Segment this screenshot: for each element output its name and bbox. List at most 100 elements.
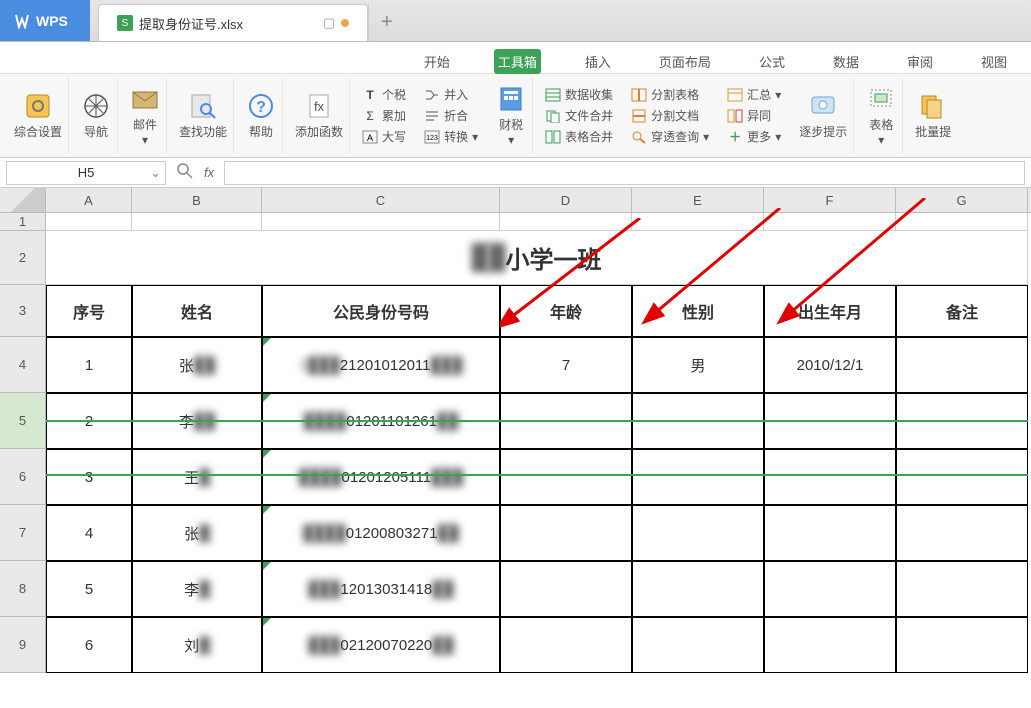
qat-dropdown-icon[interactable]: ⌄: [252, 53, 263, 69]
ribbon-splittable-button[interactable]: 分割表格: [631, 86, 709, 103]
row-header[interactable]: 3: [0, 285, 46, 337]
cell[interactable]: 2: [46, 393, 132, 449]
row-header[interactable]: 2: [0, 231, 46, 285]
tab-layout[interactable]: 页面布局: [655, 49, 715, 74]
ribbon-drill-button[interactable]: 穿透查询▾: [631, 128, 709, 145]
zoom-lens-icon[interactable]: [176, 162, 194, 183]
col-header-d[interactable]: D: [500, 188, 632, 212]
cell[interactable]: [500, 561, 632, 617]
error-indicator-icon[interactable]: [263, 450, 271, 458]
cell[interactable]: [764, 393, 896, 449]
cell[interactable]: [764, 505, 896, 561]
cell[interactable]: [764, 561, 896, 617]
cell[interactable]: [46, 213, 132, 231]
row-header[interactable]: 5: [0, 393, 46, 449]
cell[interactable]: ████01200803271██: [262, 505, 500, 561]
redo-icon[interactable]: ↷: [205, 51, 218, 71]
cell[interactable]: ███12013031418██: [262, 561, 500, 617]
cell[interactable]: 李█: [132, 561, 262, 617]
cell[interactable]: ███02120070220██: [262, 617, 500, 673]
cell[interactable]: [896, 617, 1028, 673]
ribbon-sum-button[interactable]: Σ累加: [362, 107, 406, 124]
cell[interactable]: [500, 505, 632, 561]
ribbon-settings-button[interactable]: 综合设置: [8, 78, 69, 153]
presentation-mode-icon[interactable]: ▢: [323, 15, 335, 31]
cell[interactable]: [896, 393, 1028, 449]
header-cell[interactable]: 性别: [632, 285, 764, 337]
new-tab-button[interactable]: +: [368, 4, 404, 41]
cell[interactable]: [262, 213, 500, 231]
cell[interactable]: [764, 449, 896, 505]
ribbon-merge-button[interactable]: 并入: [424, 86, 478, 103]
ribbon-splitdoc-button[interactable]: 分割文档: [631, 107, 709, 124]
row-header[interactable]: 6: [0, 449, 46, 505]
header-cell[interactable]: 年龄: [500, 285, 632, 337]
cell[interactable]: [632, 213, 764, 231]
cell[interactable]: [632, 449, 764, 505]
tab-review[interactable]: 审阅: [903, 49, 937, 74]
cell[interactable]: 7: [500, 337, 632, 393]
row-header[interactable]: 7: [0, 505, 46, 561]
cell[interactable]: ████01201101261██: [262, 393, 500, 449]
tab-insert[interactable]: 插入: [581, 49, 615, 74]
cell[interactable]: [632, 561, 764, 617]
ribbon-mail-button[interactable]: 邮件▾: [124, 78, 167, 153]
header-cell[interactable]: 公民身份号码: [262, 285, 500, 337]
cell[interactable]: ████01201205111███: [262, 449, 500, 505]
ribbon-filemerge-button[interactable]: 文件合并: [545, 107, 613, 124]
cell[interactable]: [500, 449, 632, 505]
ribbon-nav-button[interactable]: 导航: [75, 78, 118, 153]
col-header-g[interactable]: G: [896, 188, 1028, 212]
col-header-b[interactable]: B: [132, 188, 262, 212]
ribbon-transform-button[interactable]: 123转换▾: [424, 128, 478, 145]
ribbon-finance-button[interactable]: 财税▾: [490, 78, 533, 153]
chevron-down-icon[interactable]: ⌄: [150, 165, 161, 181]
cell[interactable]: [500, 617, 632, 673]
row-header[interactable]: 8: [0, 561, 46, 617]
spreadsheet-grid[interactable]: A B C D E F G 1 2 ██小学一班 3 序号 姓名 公民身份号码 …: [0, 188, 1031, 708]
error-indicator-icon[interactable]: [263, 618, 271, 626]
cell[interactable]: 5: [46, 561, 132, 617]
cell[interactable]: [896, 337, 1028, 393]
cell[interactable]: 张██: [132, 337, 262, 393]
ribbon-summary-button[interactable]: 汇总▾: [727, 86, 781, 103]
error-indicator-icon[interactable]: [263, 562, 271, 570]
col-header-c[interactable]: C: [262, 188, 500, 212]
cell[interactable]: [500, 213, 632, 231]
cell[interactable]: [896, 213, 1028, 231]
cell[interactable]: 张█: [132, 505, 262, 561]
cell[interactable]: 王█: [132, 449, 262, 505]
wps-logo[interactable]: WPS: [0, 0, 90, 41]
cell[interactable]: [632, 393, 764, 449]
ribbon-help-button[interactable]: ?帮助: [240, 78, 283, 153]
col-header-e[interactable]: E: [632, 188, 764, 212]
ribbon-addfunc-button[interactable]: fx添加函数: [289, 78, 350, 153]
ribbon-convert-button[interactable]: 折合: [424, 107, 478, 124]
ribbon-diff-button[interactable]: 异同: [727, 107, 781, 124]
select-all-corner[interactable]: [0, 188, 46, 212]
formula-input[interactable]: [224, 161, 1025, 185]
cell[interactable]: 刘█: [132, 617, 262, 673]
cell[interactable]: [632, 617, 764, 673]
menu-icon[interactable]: ☰: [10, 50, 26, 71]
cell[interactable]: 3███21201012011███: [262, 337, 500, 393]
row-header[interactable]: 9: [0, 617, 46, 673]
cell[interactable]: [896, 561, 1028, 617]
undo-icon[interactable]: ↶: [178, 51, 191, 71]
cell[interactable]: [764, 617, 896, 673]
save-icon[interactable]: [114, 50, 132, 71]
cell[interactable]: 6: [46, 617, 132, 673]
col-header-f[interactable]: F: [764, 188, 896, 212]
ribbon-find-button[interactable]: 查找功能: [173, 78, 234, 153]
tab-view[interactable]: 视图: [977, 49, 1011, 74]
cell[interactable]: [896, 449, 1028, 505]
ribbon-tablemerge-button[interactable]: 表格合并: [545, 128, 613, 145]
file-menu[interactable]: 文件 ⌄: [40, 51, 81, 70]
row-header[interactable]: 4: [0, 337, 46, 393]
header-cell[interactable]: 姓名: [132, 285, 262, 337]
header-cell[interactable]: 序号: [46, 285, 132, 337]
cell[interactable]: [896, 505, 1028, 561]
cell[interactable]: 2010/12/1: [764, 337, 896, 393]
cell[interactable]: [500, 393, 632, 449]
cell[interactable]: [132, 213, 262, 231]
